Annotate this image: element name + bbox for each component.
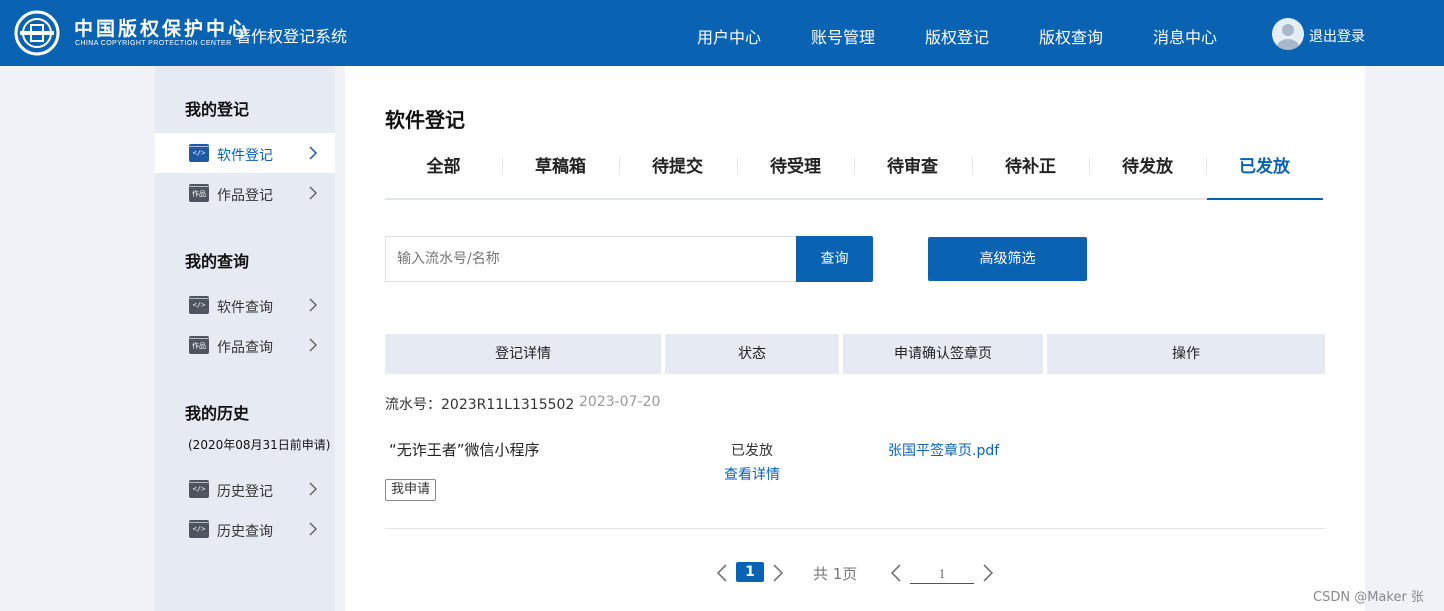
sidebar-section-my-query: 我的查询 (185, 252, 250, 271)
history-date-note: (2020年08月31日前申请) (188, 438, 331, 452)
chevron-right-icon (309, 338, 318, 352)
tab-pending-accept[interactable]: 待受理 (737, 150, 854, 200)
tab-issued[interactable]: 已发放 (1206, 150, 1323, 200)
system-title: 著作权登记系统 (235, 27, 348, 46)
sidebar-item-works-registration[interactable]: 作品 作品登记 (155, 173, 335, 213)
sidebar-item-software-query[interactable]: </> 软件查询 (155, 285, 335, 325)
chevron-right-icon[interactable] (772, 564, 784, 582)
chevron-right-icon[interactable] (982, 564, 994, 582)
works-icon: 作品 (189, 336, 209, 354)
tab-all[interactable]: 全部 (385, 150, 502, 200)
chevron-right-icon (309, 186, 318, 200)
search-input[interactable] (385, 236, 797, 282)
sidebar: 我的登记 </> 软件登记 作品 作品登记 我的查询 </> 软件查询 作品 作… (155, 66, 335, 611)
sidebar-item-label: 历史登记 (217, 484, 273, 500)
tab-pending-correction[interactable]: 待补正 (972, 150, 1089, 200)
sidebar-section-my-registration: 我的登记 (185, 100, 250, 119)
sidebar-item-history-registration[interactable]: </> 历史登记 (155, 469, 335, 509)
query-button[interactable]: 查询 (796, 236, 873, 282)
code-icon: </> (189, 480, 209, 498)
page-jump-input[interactable] (910, 564, 974, 584)
column-header-sign-page: 申请确认签章页 (843, 334, 1043, 374)
sidebar-item-software-registration[interactable]: </> 软件登记 (155, 133, 335, 173)
tab-drafts[interactable]: 草稿箱 (502, 150, 619, 200)
work-name: “无诈王者”微信小程序 (389, 441, 540, 459)
total-pages-text: 共 1页 (813, 565, 858, 583)
tab-pending-issue[interactable]: 待发放 (1089, 150, 1206, 200)
nav-copyright-registration[interactable]: 版权登记 (925, 24, 989, 48)
logo-english-text: CHINA COPYRIGHT PROTECTION CENTER (75, 40, 232, 47)
sidebar-item-label: 软件查询 (217, 300, 273, 316)
nav-message-center[interactable]: 消息中心 (1153, 24, 1217, 48)
status-tabs: 全部 草稿箱 待提交 待受理 待审查 待补正 待发放 已发放 (385, 150, 1323, 200)
code-icon: </> (189, 520, 209, 538)
works-icon: 作品 (189, 184, 209, 202)
chevron-left-icon[interactable] (716, 564, 728, 582)
tab-pending-review[interactable]: 待审查 (854, 150, 971, 200)
chevron-right-icon (309, 298, 318, 312)
csdn-watermark: CSDN @Maker 张 (1313, 590, 1424, 605)
sidebar-item-history-query[interactable]: </> 历史查询 (155, 509, 335, 549)
page-title: 软件登记 (385, 108, 465, 132)
main-panel: 软件登记 全部 草稿箱 待提交 待受理 待审查 待补正 待发放 已发放 查询 高… (345, 66, 1365, 611)
active-tab-indicator (1207, 198, 1323, 200)
code-icon: </> (189, 144, 209, 162)
column-header-actions: 操作 (1047, 334, 1325, 374)
view-details-link[interactable]: 查看详情 (724, 464, 780, 484)
sidebar-item-label: 历史查询 (217, 524, 273, 540)
chevron-left-icon[interactable] (890, 564, 902, 582)
sidebar-item-label: 作品查询 (217, 340, 273, 356)
code-icon: </> (189, 296, 209, 314)
chevron-right-icon (309, 146, 318, 160)
logout-link[interactable]: 退出登录 (1309, 26, 1365, 46)
current-page-number[interactable]: 1 (736, 562, 764, 582)
sidebar-section-my-history: 我的历史 (185, 404, 250, 423)
sign-page-pdf-link[interactable]: 张国平签章页.pdf (888, 440, 999, 460)
logo-chinese-text: 中国版权保护中心 (74, 18, 251, 40)
submission-date: 2023-07-20 (579, 394, 661, 410)
serial-number: 流水号：2023R11L1315502 (385, 397, 575, 413)
nav-user-center[interactable]: 用户中心 (697, 24, 761, 48)
status-text: 已发放 (731, 443, 773, 459)
nav-account-management[interactable]: 账号管理 (811, 24, 875, 48)
sidebar-item-label: 软件登记 (217, 148, 273, 164)
advanced-filter-button[interactable]: 高级筛选 (928, 237, 1087, 281)
row-divider (385, 528, 1325, 529)
chevron-right-icon (309, 482, 318, 496)
nav-copyright-query[interactable]: 版权查询 (1039, 24, 1103, 48)
top-bar: 中国版权保护中心 CHINA COPYRIGHT PROTECTION CENT… (0, 0, 1444, 66)
column-header-status: 状态 (665, 334, 839, 374)
chevron-right-icon (309, 522, 318, 536)
column-header-details: 登记详情 (385, 334, 661, 374)
tab-pending-submit[interactable]: 待提交 (619, 150, 736, 200)
user-avatar-icon[interactable] (1272, 18, 1304, 50)
ccpc-logo-icon (14, 10, 60, 56)
sidebar-item-works-query[interactable]: 作品 作品查询 (155, 325, 335, 365)
sidebar-item-label: 作品登记 (217, 188, 273, 204)
my-application-badge: 我申请 (385, 479, 437, 501)
